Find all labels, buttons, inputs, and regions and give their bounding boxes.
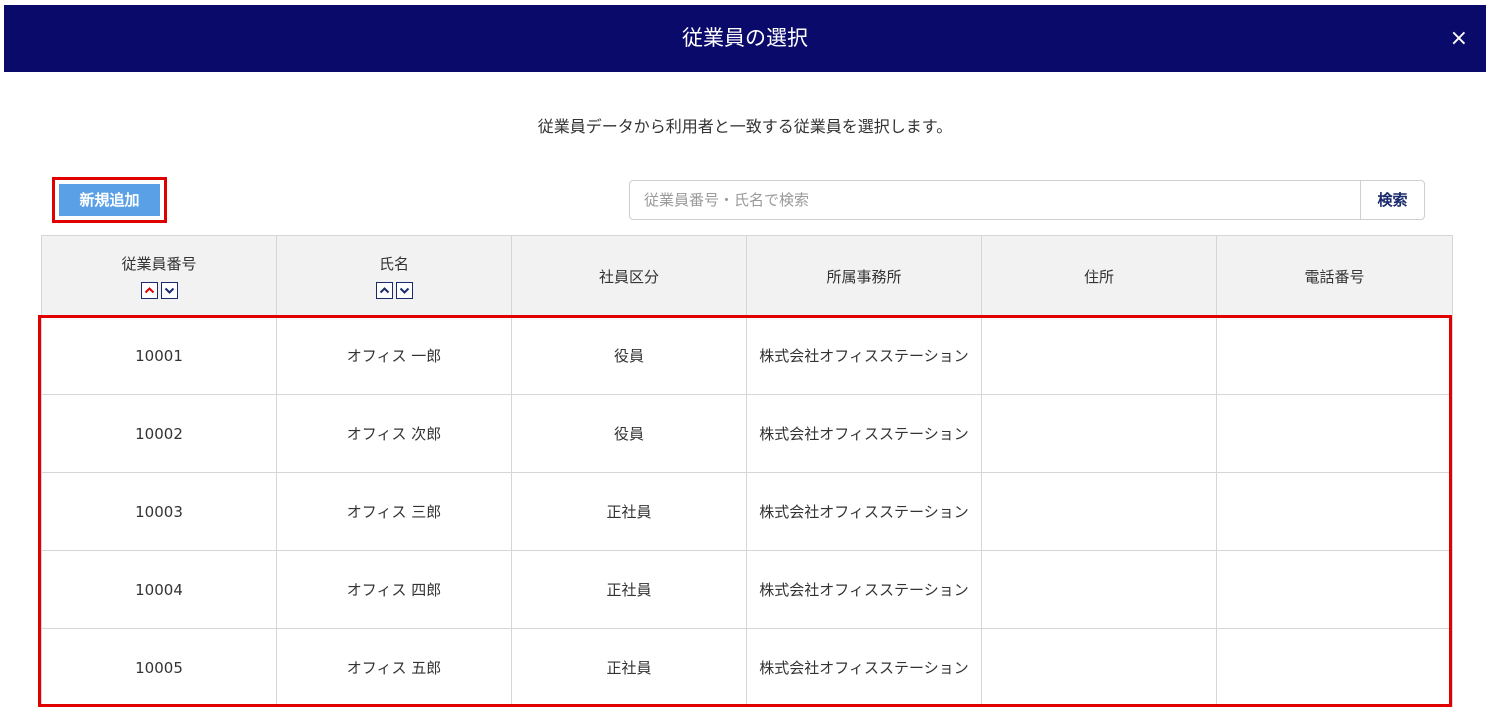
- header-employee-number-label: 従業員番号: [121, 255, 197, 273]
- chevron-down-icon: [399, 287, 409, 294]
- header-address: 住所: [981, 235, 1217, 317]
- cell-name: オフィス 三郎: [276, 472, 512, 551]
- search-box: 検索: [629, 180, 1425, 220]
- cell-office: 株式会社オフィスステーション: [746, 472, 982, 551]
- cell-address: [981, 628, 1217, 707]
- cell-name: オフィス 一郎: [276, 316, 512, 395]
- sort-buttons: [277, 282, 511, 299]
- sort-desc-button[interactable]: [160, 282, 178, 299]
- table-header-row: 従業員番号 氏名 社員区分 所属事務所 住所 電話番号: [41, 235, 1453, 317]
- cell-office: 株式会社オフィスステーション: [746, 550, 982, 629]
- chevron-up-icon: [379, 287, 389, 294]
- chevron-down-icon: [164, 287, 174, 294]
- cell-employee-number: 10004: [41, 550, 277, 629]
- cell-name: オフィス 次郎: [276, 394, 512, 473]
- chevron-up-icon: [144, 287, 154, 294]
- cell-employee-type: 役員: [511, 394, 747, 473]
- cell-employee-type: 役員: [511, 316, 747, 395]
- table-row[interactable]: 10001 オフィス 一郎 役員 株式会社オフィスステーション: [41, 316, 1453, 395]
- sort-asc-button[interactable]: [140, 282, 158, 299]
- cell-office: 株式会社オフィスステーション: [746, 394, 982, 473]
- sort-desc-button[interactable]: [395, 282, 413, 299]
- search-input[interactable]: [630, 181, 1360, 219]
- cell-employee-number: 10002: [41, 394, 277, 473]
- cell-phone: [1216, 550, 1453, 629]
- cell-employee-type: 正社員: [511, 628, 747, 707]
- header-phone: 電話番号: [1216, 235, 1453, 317]
- cell-address: [981, 316, 1217, 395]
- cell-employee-number: 10005: [41, 628, 277, 707]
- cell-office: 株式会社オフィスステーション: [746, 316, 982, 395]
- add-new-button[interactable]: 新規追加: [59, 184, 160, 216]
- dialog-description: 従業員データから利用者と一致する従業員を選択します。: [537, 117, 953, 136]
- close-icon[interactable]: ×: [1450, 5, 1468, 72]
- cell-phone: [1216, 628, 1453, 707]
- cell-phone: [1216, 394, 1453, 473]
- cell-address: [981, 394, 1217, 473]
- cell-employee-number: 10003: [41, 472, 277, 551]
- cell-phone: [1216, 316, 1453, 395]
- cell-phone: [1216, 472, 1453, 551]
- sort-buttons: [42, 282, 276, 299]
- cell-employee-type: 正社員: [511, 472, 747, 551]
- table-row[interactable]: 10003 オフィス 三郎 正社員 株式会社オフィスステーション: [41, 472, 1453, 551]
- header-employee-number: 従業員番号: [41, 235, 277, 317]
- table-row[interactable]: 10002 オフィス 次郎 役員 株式会社オフィスステーション: [41, 394, 1453, 473]
- header-name-label: 氏名: [378, 255, 409, 273]
- header-office: 所属事務所: [746, 235, 982, 317]
- employee-table: 従業員番号 氏名 社員区分 所属事務所 住所 電話番号 10001 オフィス 一…: [41, 235, 1453, 707]
- search-button[interactable]: 検索: [1360, 181, 1424, 219]
- add-button-highlight: 新規追加: [52, 177, 167, 223]
- header-name: 氏名: [276, 235, 512, 317]
- cell-name: オフィス 四郎: [276, 550, 512, 629]
- cell-employee-number: 10001: [41, 316, 277, 395]
- table-row[interactable]: 10005 オフィス 五郎 正社員 株式会社オフィスステーション: [41, 628, 1453, 707]
- header-employee-type: 社員区分: [511, 235, 747, 317]
- dialog-header: 従業員の選択 ×: [4, 5, 1486, 72]
- dialog-title: 従業員の選択: [682, 26, 808, 50]
- table-row[interactable]: 10004 オフィス 四郎 正社員 株式会社オフィスステーション: [41, 550, 1453, 629]
- sort-asc-button[interactable]: [375, 282, 393, 299]
- cell-name: オフィス 五郎: [276, 628, 512, 707]
- cell-office: 株式会社オフィスステーション: [746, 628, 982, 707]
- cell-employee-type: 正社員: [511, 550, 747, 629]
- cell-address: [981, 472, 1217, 551]
- cell-address: [981, 550, 1217, 629]
